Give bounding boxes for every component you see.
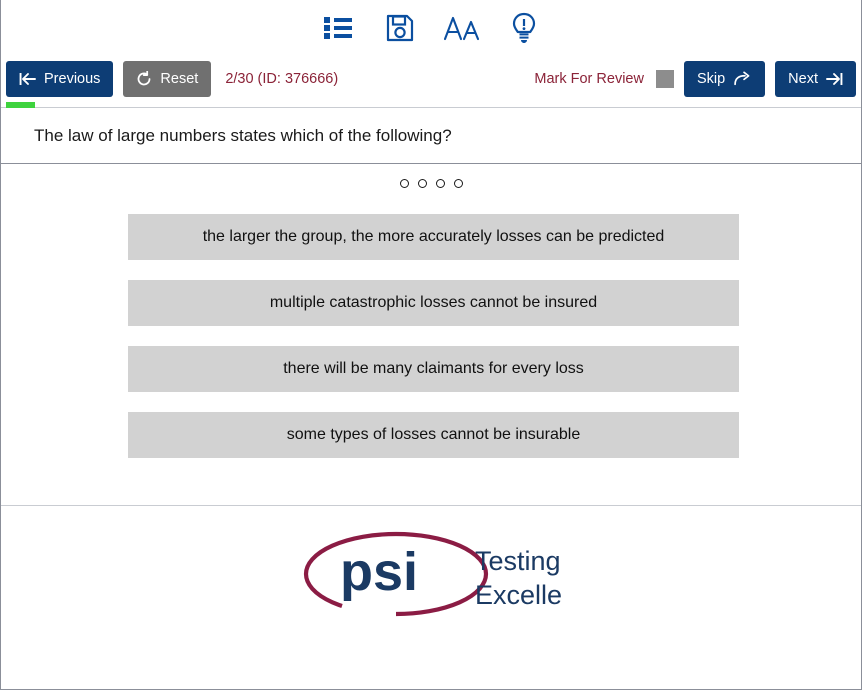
answer-option[interactable]: some types of losses cannot be insurable [128,412,739,458]
font-size-icon[interactable] [442,8,482,48]
logo-tagline-line2: Excellence [475,580,562,610]
answer-indicator-2[interactable] [417,178,427,188]
previous-button-label: Previous [44,70,101,87]
reset-button[interactable]: Reset [123,61,212,97]
next-button-label: Next [788,70,818,87]
progress-fill [6,102,35,108]
question-counter: 2/30 (ID: 376666) [225,71,339,87]
previous-button[interactable]: Previous [6,61,114,97]
list-icon[interactable] [318,8,358,48]
exam-window: Previous Reset 2/30 (ID: 376666) Mark Fo… [0,0,862,690]
icon-toolbar [1,0,861,56]
nav-right-group: Mark For Review Skip Next [534,61,856,97]
footer-branding: psi Testing Excellence [1,506,861,689]
answer-indicator-3[interactable] [435,178,445,188]
arrow-to-end-icon [826,73,843,85]
answer-indicator-4[interactable] [453,178,463,188]
hint-icon[interactable] [504,8,544,48]
skip-arrow-icon [734,71,750,86]
progress-track [1,102,861,108]
navigation-bar: Previous Reset 2/30 (ID: 376666) Mark Fo… [1,56,861,102]
logo-tagline-line1: Testing [475,546,561,576]
answer-indicator-1[interactable] [399,178,409,188]
mark-for-review-checkbox[interactable] [655,70,674,88]
skip-button-label: Skip [696,70,726,87]
psi-wordmark: psi [340,542,418,602]
skip-button[interactable]: Skip [683,61,766,97]
question-text: The law of large numbers states which of… [34,125,452,145]
mark-for-review-label: Mark For Review [534,71,644,87]
answer-indicator-row [1,172,861,194]
question-pane: The law of large numbers states which of… [1,108,861,164]
answer-option[interactable]: the larger the group, the more accuratel… [128,214,739,260]
reset-button-label: Reset [160,70,199,87]
answer-option[interactable]: multiple catastrophic losses cannot be i… [128,280,739,326]
refresh-icon [138,71,151,86]
next-button[interactable]: Next [775,61,856,97]
save-icon[interactable] [380,8,420,48]
answers-pane: the larger the group, the more accuratel… [1,164,861,506]
answer-option-list: the larger the group, the more accuratel… [1,194,861,458]
arrow-to-start-icon [19,73,36,85]
answer-option[interactable]: there will be many claimants for every l… [128,346,739,392]
psi-logo: psi Testing Excellence [303,531,562,617]
